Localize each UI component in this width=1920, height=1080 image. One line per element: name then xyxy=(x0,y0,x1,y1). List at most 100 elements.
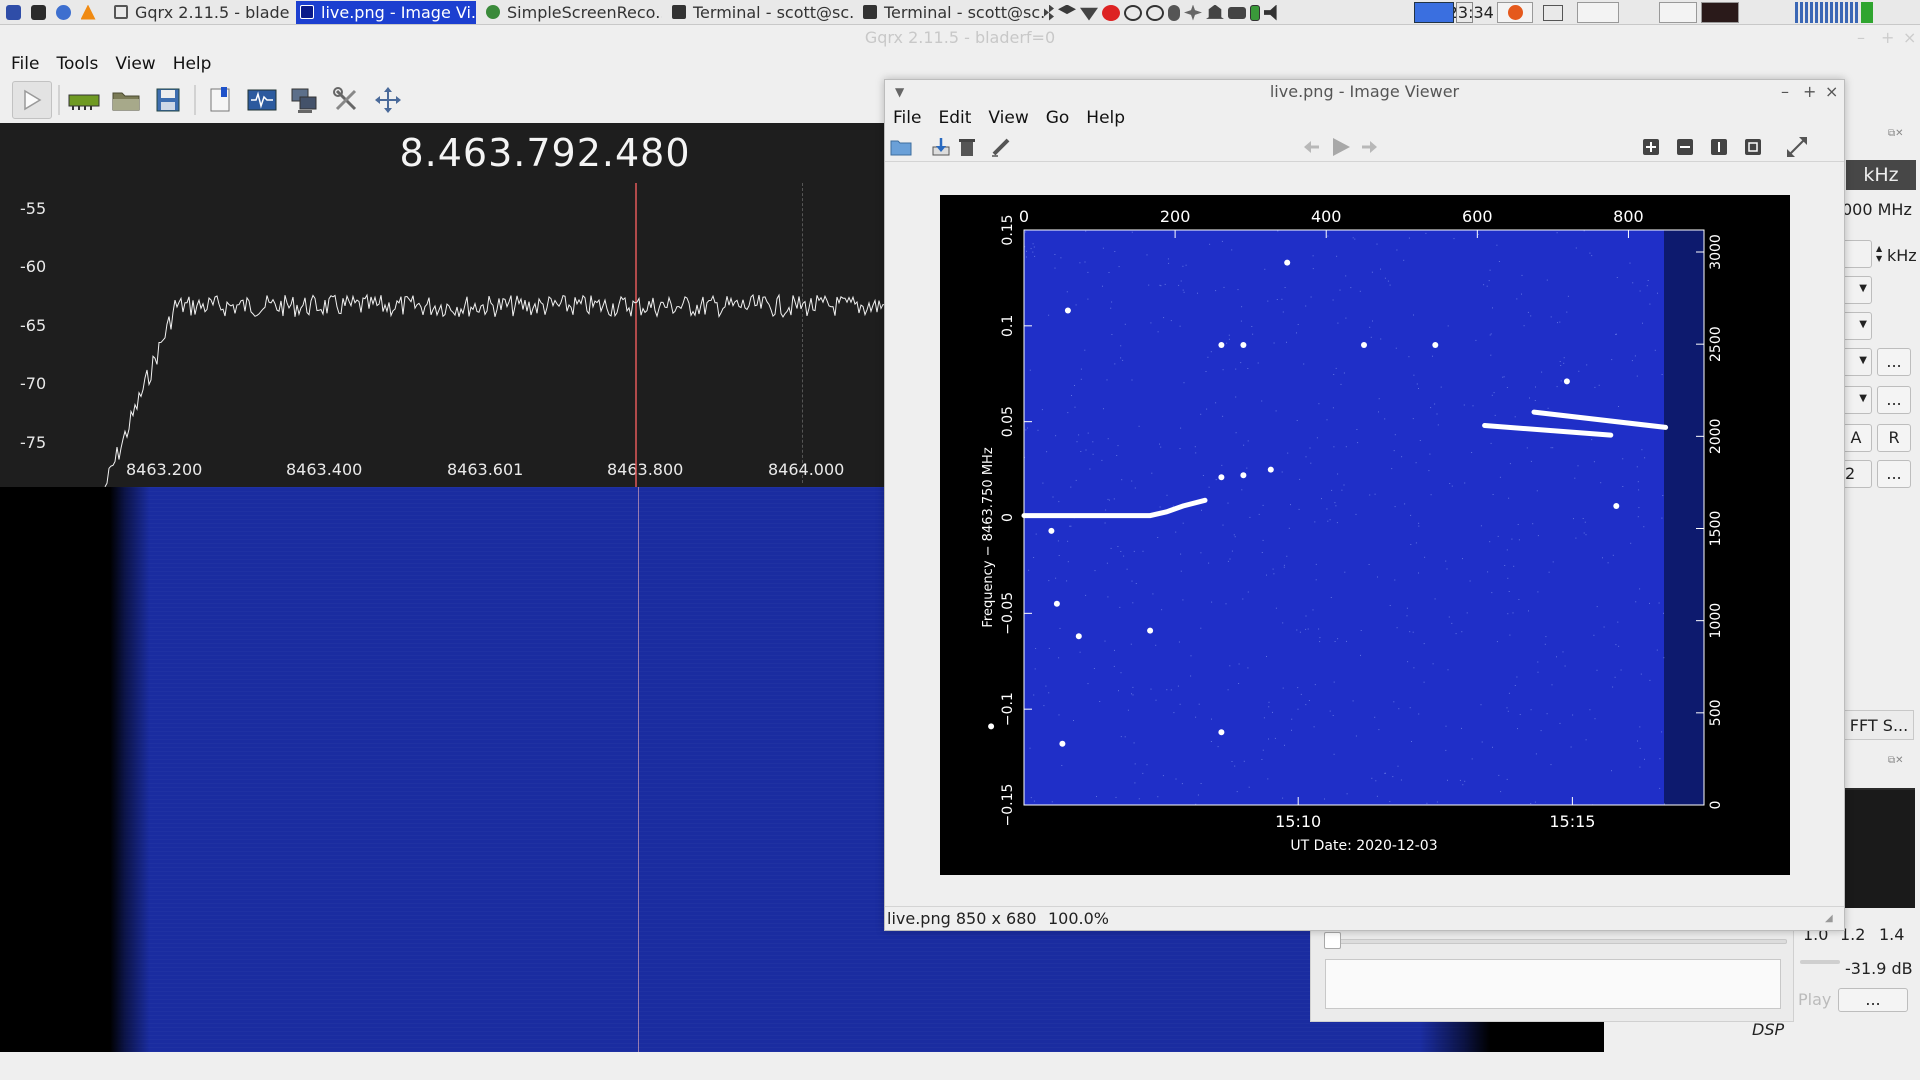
battery-icon[interactable] xyxy=(1250,4,1260,21)
minimize-button[interactable]: – xyxy=(1781,80,1789,104)
play-button[interactable]: Play xyxy=(1794,990,1834,1012)
audio-slider-handle[interactable] xyxy=(1324,932,1341,949)
menu-view[interactable]: View xyxy=(988,108,1028,128)
vlc-launcher-icon[interactable] xyxy=(76,1,100,23)
task-screen-recorder[interactable]: SimpleScreenReco... xyxy=(482,1,662,24)
task-image-viewer[interactable]: live.png - Image Vi... xyxy=(296,0,476,24)
menu-file[interactable]: File xyxy=(11,54,39,74)
dsp-scope-button[interactable] xyxy=(242,81,282,119)
panel-float-icon[interactable]: ⧉✕ xyxy=(1888,128,1904,139)
recording-icon[interactable] xyxy=(1102,4,1120,21)
reset-button[interactable]: R xyxy=(1877,424,1911,452)
options-button[interactable]: ... xyxy=(1877,460,1911,488)
viewer-titlebar[interactable]: ▼ live.png - Image Viewer – + × xyxy=(885,80,1844,104)
bandwidth-spinbox[interactable] xyxy=(1842,240,1872,268)
workspace-2[interactable] xyxy=(1456,2,1473,23)
zoom-in-button[interactable] xyxy=(1639,135,1663,159)
gqrx-close-button[interactable]: × xyxy=(1903,28,1916,47)
window-button[interactable] xyxy=(1543,4,1563,21)
image-canvas[interactable]: 15:1015:1515:2002004006008000.150.10.050… xyxy=(885,164,1870,908)
spin-arrows-icon[interactable]: ▲ ▼ xyxy=(1876,244,1882,264)
noise-speckle xyxy=(1615,333,1617,335)
noise-speckle xyxy=(1107,438,1109,440)
app-menu-icon[interactable] xyxy=(1,1,25,23)
noise-speckle xyxy=(1556,656,1557,658)
fullscreen-button[interactable] xyxy=(1785,135,1809,159)
menu-go[interactable]: Go xyxy=(1046,108,1070,128)
browser-launcher-icon[interactable] xyxy=(51,1,75,23)
remote-control-button[interactable] xyxy=(284,81,324,119)
squelch-select[interactable]: ▼ xyxy=(1842,348,1872,376)
configure-button[interactable] xyxy=(326,81,366,119)
workspace-1[interactable] xyxy=(1414,2,1454,23)
dropbox-icon[interactable] xyxy=(1058,4,1076,15)
noise-speckle xyxy=(1087,432,1089,434)
menu-view[interactable]: View xyxy=(115,54,155,74)
noise-speckle xyxy=(1247,667,1249,669)
window-button[interactable] xyxy=(1701,2,1739,23)
back-button[interactable] xyxy=(1300,135,1324,159)
task-terminal-2[interactable]: Terminal - scott@sc... xyxy=(859,1,1044,24)
bluetooth-icon[interactable] xyxy=(1044,4,1054,21)
forward-button[interactable] xyxy=(1357,135,1381,159)
close-button[interactable]: × xyxy=(1825,80,1838,104)
steam-icon[interactable] xyxy=(1124,4,1142,21)
task-terminal-1[interactable]: Terminal - scott@sc... xyxy=(668,1,853,24)
window-button[interactable] xyxy=(1659,2,1697,23)
zoom-100-button[interactable] xyxy=(1707,135,1731,159)
audio-text-field[interactable] xyxy=(1325,959,1781,1009)
bookmarks-button[interactable] xyxy=(200,81,240,119)
mode-select[interactable]: ▼ xyxy=(1842,276,1872,304)
noise-speckle xyxy=(1205,371,1207,372)
io-devices-button[interactable] xyxy=(64,81,104,119)
noise-select[interactable]: ▼ xyxy=(1842,386,1872,414)
volume-icon[interactable] xyxy=(1264,4,1277,21)
audio-options-button[interactable]: ... xyxy=(1838,988,1908,1012)
zoom-fit-button[interactable] xyxy=(1741,135,1765,159)
zoom-out-button[interactable] xyxy=(1673,135,1697,159)
noise-speckle xyxy=(1659,787,1661,789)
gqrx-minimize-button[interactable]: – xyxy=(1857,28,1865,47)
save-settings-button[interactable] xyxy=(148,81,188,119)
workspace-switcher[interactable] xyxy=(1414,2,1473,23)
window-menu-icon[interactable]: ▼ xyxy=(895,80,904,104)
notification-bell-icon[interactable] xyxy=(1206,4,1224,19)
firefox-window-button[interactable] xyxy=(1497,2,1533,23)
obs-icon[interactable] xyxy=(1146,4,1164,21)
spin-value[interactable]: 2 xyxy=(1842,460,1872,488)
menu-help[interactable]: Help xyxy=(173,54,212,74)
task-gqrx[interactable]: Gqrx 2.11.5 - blade... xyxy=(110,1,290,24)
noise-speckle xyxy=(1067,540,1069,542)
resize-grip-icon[interactable]: ◢ xyxy=(1825,907,1833,931)
mail-icon[interactable] xyxy=(1228,6,1246,19)
open-button[interactable] xyxy=(889,135,913,159)
window-button[interactable] xyxy=(1577,2,1619,23)
edit-button[interactable] xyxy=(989,135,1013,159)
options-button[interactable]: ... xyxy=(1877,348,1911,376)
mouse-icon[interactable] xyxy=(1168,4,1180,21)
options-button[interactable]: ... xyxy=(1877,386,1911,414)
start-dsp-button[interactable] xyxy=(12,81,52,119)
menu-tools[interactable]: Tools xyxy=(56,54,98,74)
slideshow-button[interactable] xyxy=(1329,135,1353,159)
panel-float-icon[interactable]: ⧉✕ xyxy=(1888,755,1904,766)
noise-speckle xyxy=(1282,797,1284,799)
wifi-icon[interactable] xyxy=(1080,7,1098,21)
agc-select[interactable]: ▼ xyxy=(1842,312,1872,340)
full-screen-button[interactable] xyxy=(368,81,408,119)
audio-slider[interactable] xyxy=(1331,939,1787,944)
menu-edit[interactable]: Edit xyxy=(938,108,971,128)
terminal-launcher-icon[interactable] xyxy=(26,1,50,23)
fft-settings-tab[interactable]: FFT S... xyxy=(1844,710,1914,740)
maximize-button[interactable]: + xyxy=(1803,80,1816,104)
level-slider[interactable] xyxy=(1800,960,1840,964)
gqrx-maximize-button[interactable]: + xyxy=(1881,28,1894,47)
save-as-button[interactable] xyxy=(929,135,953,159)
menu-file[interactable]: File xyxy=(893,108,921,128)
y-axis-label: Frequency − 8463.750 MHz xyxy=(981,447,996,627)
load-settings-button[interactable] xyxy=(106,81,146,119)
spectrum-plot[interactable]: 8.463.792.480 -55 -60 -65 -70 -75 8463.2… xyxy=(0,123,885,487)
settings-icon[interactable] xyxy=(1184,4,1202,21)
delete-button[interactable] xyxy=(955,135,979,159)
menu-help[interactable]: Help xyxy=(1086,108,1125,128)
